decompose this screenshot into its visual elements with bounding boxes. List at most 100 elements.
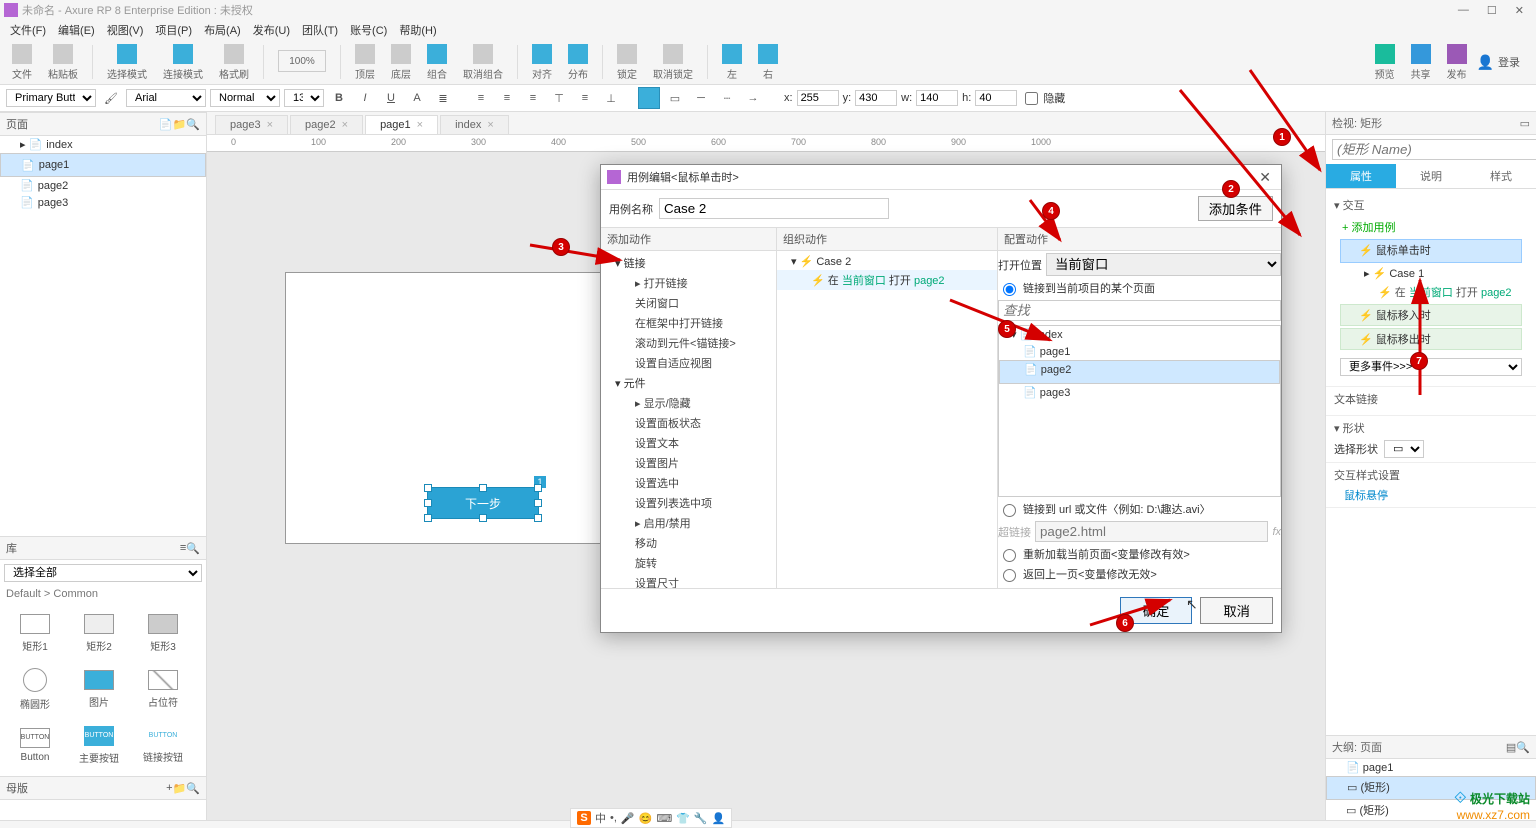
pages-tree[interactable]: ▸ 📄 index 📄 page1 📄 page2 📄 page3 (0, 136, 206, 226)
organize-actions[interactable]: ▾ ⚡ Case 2 ⚡ 在 当前窗口 打开 page2 (777, 251, 997, 588)
action-rotate[interactable]: 旋转 (601, 553, 776, 573)
menu-account[interactable]: 账号(C) (346, 22, 391, 38)
style-hover-link[interactable]: 鼠标悬停 (1334, 487, 1528, 503)
widget-primary-button[interactable]: BUTTON主要按钮 (68, 718, 130, 772)
valign-top-icon[interactable]: ⊤ (548, 87, 570, 109)
arrow-icon[interactable]: → (742, 87, 764, 109)
radio-reload[interactable]: 重新加载当前页面<变量修改有效> (998, 546, 1281, 562)
library-group[interactable]: Default > Common (0, 586, 206, 602)
tab-page1[interactable]: page1× (365, 115, 438, 134)
tb-group[interactable]: 组合 (421, 44, 453, 81)
tb-right[interactable]: 右 (752, 44, 784, 81)
underline-icon[interactable]: U (380, 87, 402, 109)
master-folder-icon[interactable]: 📁 (173, 782, 187, 795)
master-search-icon[interactable]: 🔍 (186, 782, 200, 795)
case-name-input[interactable] (659, 198, 889, 219)
menu-publish[interactable]: 发布(U) (249, 22, 294, 38)
add-page-icon[interactable]: 📄 (159, 118, 173, 131)
tab-style[interactable]: 样式 (1466, 164, 1536, 188)
close-icon[interactable]: ✕ (1515, 4, 1524, 17)
tab-page2[interactable]: page2× (290, 115, 363, 134)
target-page1[interactable]: 📄 page1 (999, 343, 1280, 360)
line-style-icon[interactable]: ┄ (716, 87, 738, 109)
paragraph-select[interactable]: Normal (210, 89, 280, 107)
radio-back[interactable]: 返回上一页<变量修改无效> (998, 566, 1281, 582)
search-icon[interactable]: 🔍 (186, 118, 200, 131)
page-node-page2[interactable]: 📄 page2 (0, 177, 206, 194)
minimize-icon[interactable]: — (1458, 4, 1469, 17)
ime-keyboard-icon[interactable]: ⌨ (656, 812, 672, 825)
tb-file[interactable]: 文件 (6, 44, 38, 81)
add-condition-button[interactable]: 添加条件 (1198, 196, 1273, 221)
widget-rect2[interactable]: 矩形2 (68, 606, 130, 660)
action-close-window[interactable]: 关闭窗口 (601, 293, 776, 313)
more-events-select[interactable]: 更多事件>>> (1340, 358, 1522, 376)
fill-color-icon[interactable] (638, 87, 660, 109)
fx-icon[interactable]: fx (1272, 526, 1281, 538)
action-set-list[interactable]: 设置列表选中项 (601, 493, 776, 513)
menu-layout[interactable]: 布局(A) (200, 22, 245, 38)
radio-link-page[interactable]: 链接到当前项目的某个页面 (998, 280, 1281, 296)
target-page3[interactable]: 📄 page3 (999, 384, 1280, 401)
tab-close-icon[interactable]: × (267, 119, 273, 131)
lib-search-icon[interactable]: 🔍 (186, 542, 200, 555)
widget-name-input[interactable] (1332, 139, 1536, 160)
tab-notes[interactable]: 说明 (1396, 164, 1466, 188)
y-input[interactable] (855, 90, 897, 106)
tb-share[interactable]: 共享 (1405, 44, 1437, 81)
align-right-icon[interactable]: ≡ (522, 87, 544, 109)
tab-close-icon[interactable]: × (487, 119, 493, 131)
tb-select-mode[interactable]: 选择模式 (101, 44, 153, 81)
menu-view[interactable]: 视图(V) (103, 22, 148, 38)
action-set-selected[interactable]: 设置选中 (601, 473, 776, 493)
tb-zoom[interactable]: 100% (272, 50, 332, 74)
tb-ungroup[interactable]: 取消组合 (457, 44, 509, 81)
case-node[interactable]: ▸ ⚡ Case 1 (1334, 265, 1528, 282)
actions-tree[interactable]: ▾ 链接 ▸ 打开链接 关闭窗口 在框架中打开链接 滚动到元件<锚链接> 设置自… (601, 251, 776, 588)
valign-mid-icon[interactable]: ≡ (574, 87, 596, 109)
tb-left[interactable]: 左 (716, 44, 748, 81)
widget-rect3[interactable]: 矩形3 (132, 606, 194, 660)
event-mouseleave[interactable]: ⚡ 鼠标移出时 (1340, 328, 1522, 350)
tab-close-icon[interactable]: × (342, 119, 348, 131)
login-label[interactable]: 登录 (1498, 54, 1520, 70)
tb-distribute[interactable]: 分布 (562, 44, 594, 81)
cancel-button[interactable]: 取消 (1200, 597, 1273, 624)
open-in-select[interactable]: 当前窗口 (1046, 253, 1281, 276)
menu-file[interactable]: 文件(F) (6, 22, 50, 38)
w-input[interactable] (916, 90, 958, 106)
align-center-icon[interactable]: ≡ (496, 87, 518, 109)
tb-back[interactable]: 底层 (385, 44, 417, 81)
event-onclick[interactable]: ⚡ 鼠标单击时 (1340, 239, 1522, 263)
tb-lock[interactable]: 锁定 (611, 44, 643, 81)
tb-connect-mode[interactable]: 连接模式 (157, 44, 209, 81)
text-color-icon[interactable]: A (406, 87, 428, 109)
italic-icon[interactable]: I (354, 87, 376, 109)
event-mouseenter[interactable]: ⚡ 鼠标移入时 (1340, 304, 1522, 326)
align-left-icon[interactable]: ≡ (470, 87, 492, 109)
action-panel-state[interactable]: 设置面板状态 (601, 413, 776, 433)
action-size[interactable]: 设置尺寸 (601, 573, 776, 588)
ime-bar[interactable]: S 中 •, 🎤 😊 ⌨ 👕 🔧 👤 (570, 808, 732, 828)
menu-project[interactable]: 项目(P) (151, 22, 196, 38)
page-target-tree[interactable]: ▾ 📄 index 📄 page1 📄 page2 📄 page3 (998, 325, 1281, 497)
tb-preview[interactable]: 预览 (1369, 44, 1401, 81)
outline-filter-icon[interactable]: ▤ (1506, 741, 1516, 754)
action-open-link[interactable]: ▸ 打开链接 (601, 273, 776, 293)
action-enable[interactable]: ▸ 启用/禁用 (601, 513, 776, 533)
valign-bot-icon[interactable]: ⊥ (600, 87, 622, 109)
hide-checkbox[interactable] (1025, 92, 1038, 105)
x-input[interactable] (797, 90, 839, 106)
ime-punct-icon[interactable]: •, (610, 812, 617, 824)
org-case[interactable]: ▾ ⚡ Case 2 (777, 253, 997, 270)
ime-user-icon[interactable]: 👤 (712, 812, 726, 825)
menu-help[interactable]: 帮助(H) (395, 22, 440, 38)
widget-image[interactable]: 图片 (68, 662, 130, 716)
style-select[interactable]: Primary Button (6, 89, 96, 107)
add-case-link[interactable]: + 添加用例 (1334, 217, 1528, 237)
tb-unlock[interactable]: 取消锁定 (647, 44, 699, 81)
widget-ellipse[interactable]: 椭圆形 (4, 662, 66, 716)
menu-edit[interactable]: 编辑(E) (54, 22, 99, 38)
border-color-icon[interactable]: ▭ (664, 87, 686, 109)
tab-close-icon[interactable]: × (417, 119, 423, 131)
